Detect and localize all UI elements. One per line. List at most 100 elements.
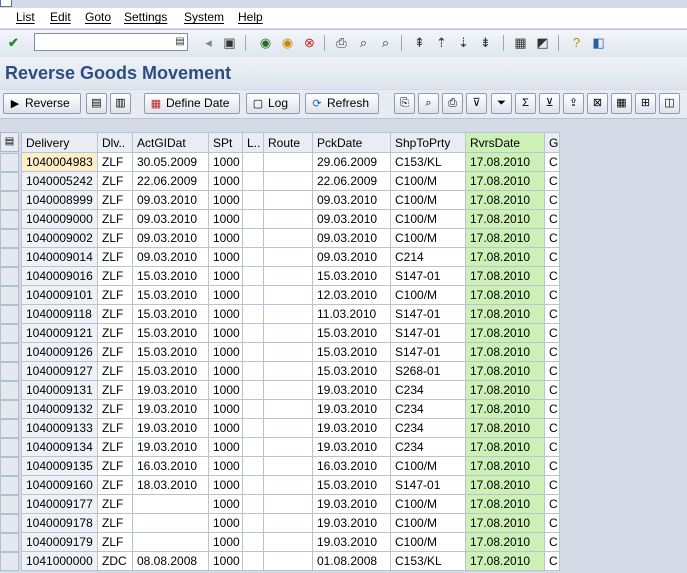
row-selector[interactable] [0, 267, 19, 286]
cell-reverse-date[interactable]: 17.08.2010 [465, 304, 545, 324]
cell-shipping-point[interactable]: 1000 [208, 380, 243, 400]
cell-g[interactable]: C [544, 190, 560, 210]
table-row[interactable]: 1040009014 ZLF 09.03.2010 1000 09.03.2010 C21… [21, 247, 560, 267]
cell-g[interactable]: C [544, 342, 560, 362]
change-layout-icon[interactable]: ⊞ [635, 93, 656, 114]
cell-ship-to-party[interactable]: S147-01 [390, 304, 466, 324]
cell-route[interactable] [263, 247, 313, 267]
cell-delivery-type[interactable]: ZLF [97, 285, 133, 305]
refresh-button[interactable]: ⟳ Refresh [305, 93, 379, 114]
cell-reverse-date[interactable]: 17.08.2010 [465, 171, 545, 191]
cell-reverse-date[interactable]: 17.08.2010 [465, 532, 545, 552]
cell-delivery-type[interactable]: ZLF [97, 266, 133, 286]
cell-shipping-point[interactable]: 1000 [208, 551, 243, 571]
cell-g[interactable]: C [544, 513, 560, 533]
table-row[interactable]: 1040009127 ZLF 15.03.2010 1000 15.03.2010 S26… [21, 361, 560, 381]
cell-actual-gi-date[interactable]: 19.03.2010 [132, 418, 209, 438]
row-selector[interactable] [0, 153, 19, 172]
cell-reverse-date[interactable]: 17.08.2010 [465, 323, 545, 343]
cell-actual-gi-date[interactable] [132, 494, 209, 514]
cell-delivery[interactable]: 1040009014 [21, 247, 98, 267]
cell-shipping-point[interactable]: 1000 [208, 304, 243, 324]
cell-delivery[interactable]: 1040009179 [21, 532, 98, 552]
cell-g[interactable]: C [544, 247, 560, 267]
cell-pick-date[interactable]: 09.03.2010 [312, 247, 391, 267]
row-selector[interactable] [0, 495, 19, 514]
cell-actual-gi-date[interactable]: 19.03.2010 [132, 380, 209, 400]
cell-delivery-type[interactable]: ZLF [97, 456, 133, 476]
cell-route[interactable] [263, 551, 313, 571]
cell-l[interactable] [242, 532, 264, 552]
cell-delivery[interactable]: 1040009118 [21, 304, 98, 324]
row-selector[interactable] [0, 343, 19, 362]
row-selector[interactable] [0, 552, 19, 571]
col-route[interactable]: Route [263, 132, 313, 153]
row-selector[interactable] [0, 324, 19, 343]
cell-pick-date[interactable]: 19.03.2010 [312, 532, 391, 552]
cell-ship-to-party[interactable]: S147-01 [390, 266, 466, 286]
row-selector[interactable] [0, 210, 19, 229]
cell-delivery-type[interactable]: ZLF [97, 437, 133, 457]
table-row[interactable]: 1040009131 ZLF 19.03.2010 1000 19.03.2010 C23… [21, 380, 560, 400]
table-row[interactable]: 1040009101 ZLF 15.03.2010 1000 12.03.2010 C10… [21, 285, 560, 305]
cell-reverse-date[interactable]: 17.08.2010 [465, 285, 545, 305]
col-g[interactable]: G [544, 132, 560, 153]
cell-pick-date[interactable]: 19.03.2010 [312, 437, 391, 457]
cell-actual-gi-date[interactable]: 18.03.2010 [132, 475, 209, 495]
cell-delivery-type[interactable]: ZLF [97, 380, 133, 400]
grid-layout-icon[interactable]: ▦ [611, 93, 632, 114]
cell-l[interactable] [242, 551, 264, 571]
cell-reverse-date[interactable]: 17.08.2010 [465, 475, 545, 495]
find-icon[interactable]: ⌕ [355, 34, 372, 51]
define-date-button[interactable]: ▦ Define Date [144, 93, 240, 114]
cell-route[interactable] [263, 171, 313, 191]
sort-icon[interactable]: ⊽ [466, 93, 487, 114]
cell-delivery-type[interactable]: ZLF [97, 399, 133, 419]
cell-delivery-type[interactable]: ZLF [97, 494, 133, 514]
cell-actual-gi-date[interactable]: 09.03.2010 [132, 247, 209, 267]
cell-pick-date[interactable]: 15.03.2010 [312, 361, 391, 381]
cell-pick-date[interactable]: 11.03.2010 [312, 304, 391, 324]
cell-ship-to-party[interactable]: C100/M [390, 171, 466, 191]
cell-reverse-date[interactable]: 17.08.2010 [465, 266, 545, 286]
command-field[interactable]: ▤ [34, 33, 188, 51]
table-row[interactable]: 1040009133 ZLF 19.03.2010 1000 19.03.2010 C23… [21, 418, 560, 438]
export-icon[interactable]: ⇪ [563, 93, 584, 114]
cell-g[interactable]: C [544, 304, 560, 324]
cell-pick-date[interactable]: 09.03.2010 [312, 228, 391, 248]
cell-actual-gi-date[interactable]: 16.03.2010 [132, 456, 209, 476]
row-selector[interactable] [0, 419, 19, 438]
find-icon[interactable]: ⌕ [418, 93, 439, 114]
menu-list[interactable]: List [16, 10, 35, 24]
cell-reverse-date[interactable]: 17.08.2010 [465, 456, 545, 476]
cell-actual-gi-date[interactable] [132, 513, 209, 533]
select-all-rows-icon[interactable]: ▤ [0, 132, 19, 152]
cell-ship-to-party[interactable]: C100/M [390, 209, 466, 229]
cell-pick-date[interactable]: 01.08.2008 [312, 551, 391, 571]
col-shipping-point[interactable]: SPt [208, 132, 243, 153]
cell-delivery-type[interactable]: ZLF [97, 190, 133, 210]
cell-delivery-type[interactable]: ZLF [97, 171, 133, 191]
cell-shipping-point[interactable]: 1000 [208, 190, 243, 210]
cell-actual-gi-date[interactable]: 15.03.2010 [132, 266, 209, 286]
table-row[interactable]: 1040009134 ZLF 19.03.2010 1000 19.03.2010 C23… [21, 437, 560, 457]
cell-delivery-type[interactable]: ZLF [97, 475, 133, 495]
table-row[interactable]: 1040009121 ZLF 15.03.2010 1000 15.03.2010 S14… [21, 323, 560, 343]
cell-pick-date[interactable]: 15.03.2010 [312, 475, 391, 495]
cell-shipping-point[interactable]: 1000 [208, 228, 243, 248]
cell-route[interactable] [263, 190, 313, 210]
cell-actual-gi-date[interactable]: 15.03.2010 [132, 342, 209, 362]
cell-ship-to-party[interactable]: C100/M [390, 456, 466, 476]
cell-ship-to-party[interactable]: C100/M [390, 532, 466, 552]
row-selector[interactable] [0, 191, 19, 210]
first-page-icon[interactable]: ⇞ [411, 34, 428, 51]
details-icon[interactable]: ⎘ [394, 93, 415, 114]
row-selector[interactable] [0, 381, 19, 400]
cell-g[interactable]: C [544, 418, 560, 438]
cell-route[interactable] [263, 323, 313, 343]
cell-delivery[interactable]: 1040009016 [21, 266, 98, 286]
row-selector[interactable] [0, 362, 19, 381]
cell-ship-to-party[interactable]: C100/M [390, 228, 466, 248]
cell-route[interactable] [263, 304, 313, 324]
cell-l[interactable] [242, 266, 264, 286]
